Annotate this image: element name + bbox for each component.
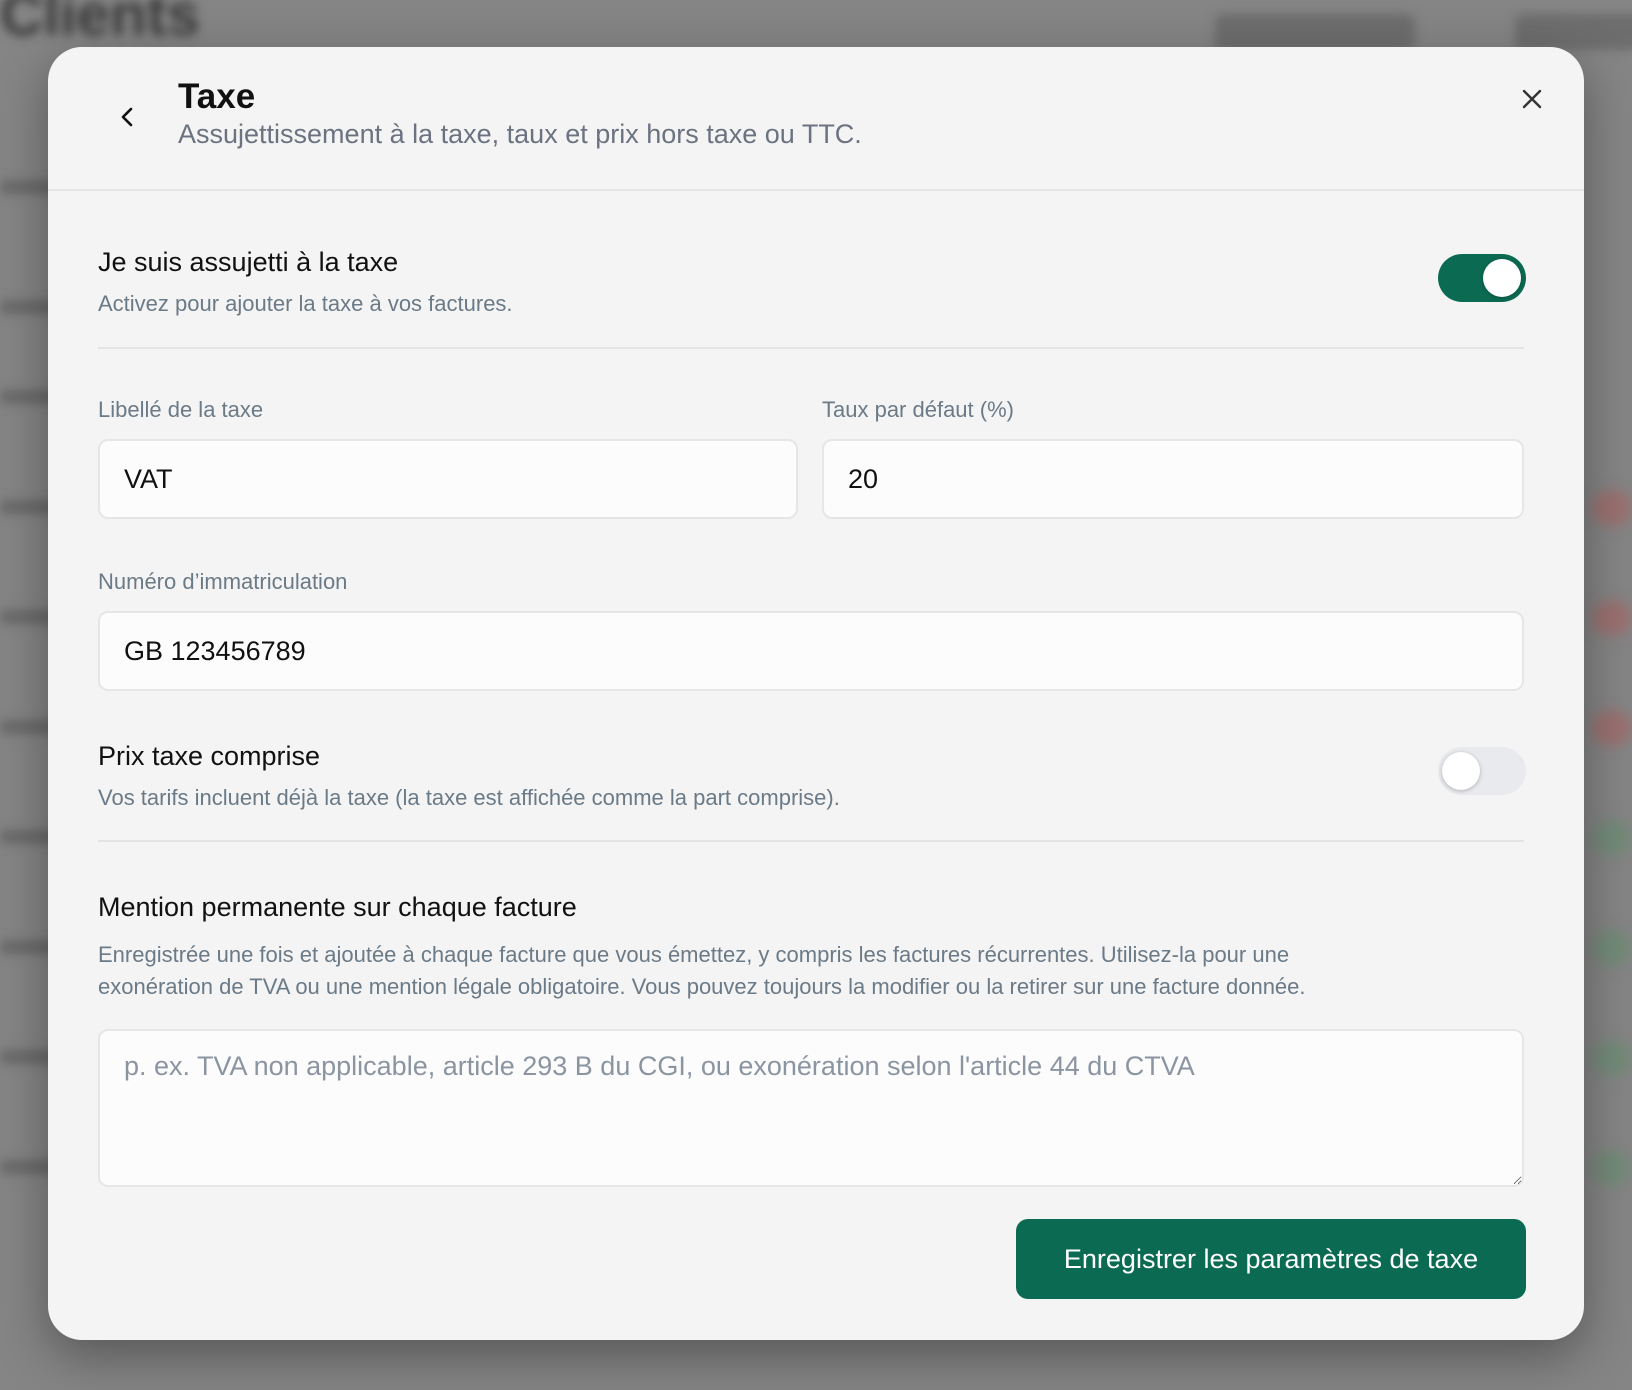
background-status-pill [1592,1040,1632,1076]
background-status-pill [1592,600,1632,636]
divider [98,347,1524,349]
background-button [1215,14,1415,50]
tax-liable-title: Je suis assujetti à la taxe [98,247,399,277]
background-button [1515,14,1632,50]
close-button[interactable] [1512,79,1552,119]
tax-label-field-label: Libellé de la taxe [98,397,264,422]
background-page-title: Clients [0,0,201,48]
permanent-mention-description-line1: Enregistrée une fois et ajoutée à chaque… [98,942,1290,967]
toggle-knob [1483,259,1521,297]
permanent-mention-description-line2: exonération de TVA ou une mention légale… [98,974,1306,999]
registration-number-input[interactable] [98,611,1524,691]
default-rate-input[interactable] [822,439,1524,519]
tax-inclusive-title: Prix taxe comprise [98,741,321,771]
tax-inclusive-toggle[interactable] [1438,747,1526,795]
tax-liable-description: Activez pour ajouter la taxe à vos factu… [98,291,513,316]
toggle-knob [1442,752,1480,790]
tax-inclusive-description: Vos tarifs incluent déjà la taxe (la tax… [98,785,840,810]
back-button[interactable] [110,99,146,135]
divider [98,840,1524,842]
tax-label-input[interactable] [98,439,798,519]
modal-header: Taxe Assujettissement à la taxe, taux et… [48,47,1584,191]
modal-subtitle: Assujettissement à la taxe, taux et prix… [178,119,862,149]
chevron-left-icon [121,107,133,127]
background-status-pill [1592,710,1632,746]
background-status-pill [1592,820,1632,856]
permanent-mention-textarea[interactable] [98,1029,1524,1187]
registration-number-field-label: Numéro d’immatriculation [98,569,348,594]
permanent-mention-title: Mention permanente sur chaque facture [98,892,577,922]
default-rate-field-label: Taux par défaut (%) [822,397,1014,422]
save-tax-settings-button[interactable]: Enregistrer les paramètres de taxe [1016,1219,1526,1299]
modal-title: Taxe [178,77,256,116]
tax-settings-modal: Taxe Assujettissement à la taxe, taux et… [48,47,1584,1340]
background-status-pill [1592,1150,1632,1186]
background-status-pill [1592,490,1632,526]
close-icon [1522,89,1542,109]
background-status-pill [1592,930,1632,966]
tax-liable-toggle[interactable] [1438,254,1526,302]
